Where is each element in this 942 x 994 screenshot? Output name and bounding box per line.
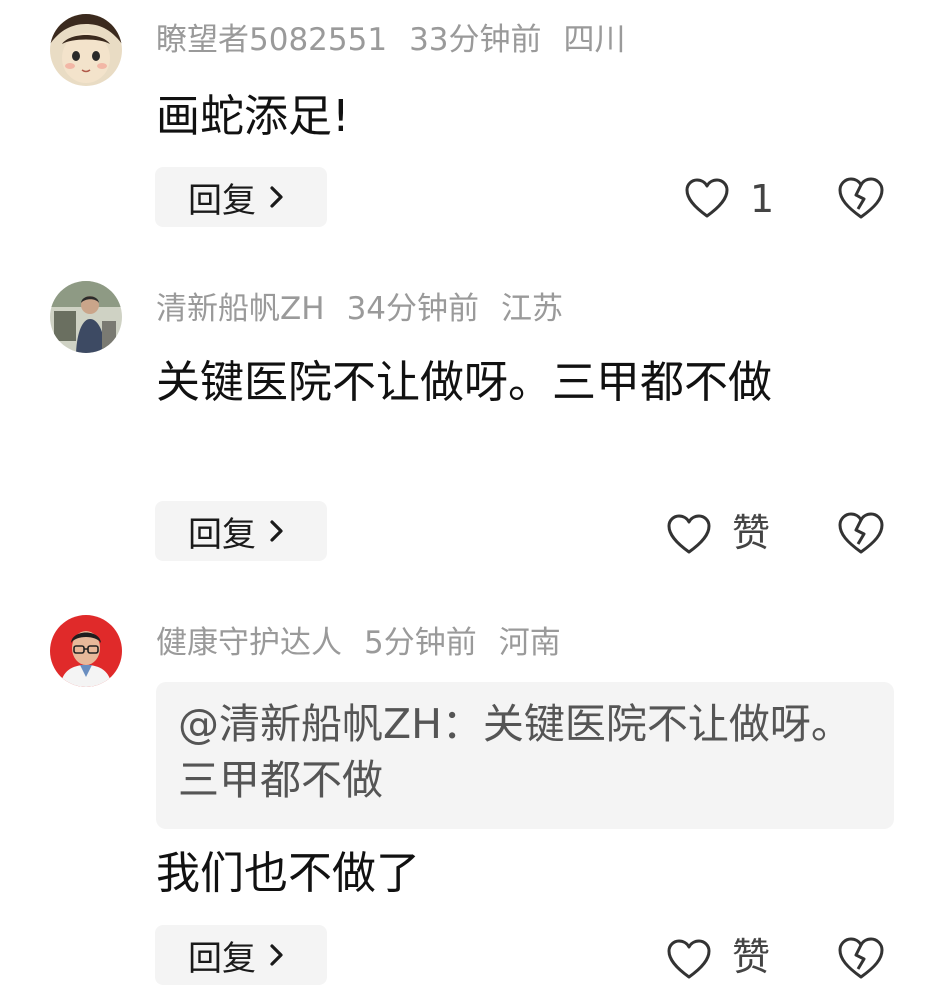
comment-meta: 健康守护达人 5分钟前 河南 — [156, 623, 583, 663]
like-label: 赞 — [732, 935, 771, 979]
heart-icon[interactable] — [683, 176, 731, 220]
timestamp: 34分钟前 — [346, 291, 480, 327]
quoted-comment[interactable]: @清新船帆ZH：关键医院不让做呀。三甲都不做 — [156, 682, 894, 829]
comment-text: 关键医院不让做呀。三甲都不做 — [156, 357, 772, 408]
broken-heart-icon[interactable] — [836, 175, 886, 221]
comment-text: 我们也不做了 — [156, 848, 420, 899]
location: 河南 — [498, 625, 561, 661]
comment-text: 画蛇添足! — [156, 91, 350, 142]
chevron-right-icon — [270, 186, 283, 208]
like-count: 1 — [750, 177, 775, 221]
avatar[interactable] — [50, 14, 122, 86]
reply-button[interactable]: 回复 — [155, 167, 327, 227]
portrait-avatar-icon — [50, 615, 122, 687]
reply-button[interactable]: 回复 — [155, 925, 327, 985]
cartoon-face-avatar-icon — [50, 14, 122, 86]
timestamp: 33分钟前 — [409, 22, 542, 58]
like-label: 赞 — [732, 511, 771, 555]
chevron-right-icon — [270, 520, 283, 542]
heart-icon[interactable] — [665, 937, 713, 981]
location: 四川 — [563, 22, 626, 58]
username[interactable]: 清新船帆ZH — [156, 291, 325, 327]
avatar[interactable] — [50, 615, 122, 687]
broken-heart-icon[interactable] — [836, 510, 886, 556]
location: 江苏 — [501, 291, 564, 327]
reply-label: 回复 — [188, 514, 256, 555]
comment-meta: 瞭望者5082551 33分钟前 四川 — [156, 20, 648, 60]
timestamp: 5分钟前 — [364, 625, 477, 661]
comment-meta: 清新船帆ZH 34分钟前 江苏 — [156, 289, 585, 329]
reply-button[interactable]: 回复 — [155, 501, 327, 561]
reply-label: 回复 — [188, 938, 256, 979]
broken-heart-icon[interactable] — [836, 935, 886, 981]
heart-icon[interactable] — [665, 512, 713, 556]
photo-avatar-icon — [50, 281, 122, 353]
username[interactable]: 健康守护达人 — [156, 625, 342, 661]
avatar[interactable] — [50, 281, 122, 353]
chevron-right-icon — [270, 944, 283, 966]
username[interactable]: 瞭望者5082551 — [156, 22, 387, 58]
reply-label: 回复 — [188, 180, 256, 221]
